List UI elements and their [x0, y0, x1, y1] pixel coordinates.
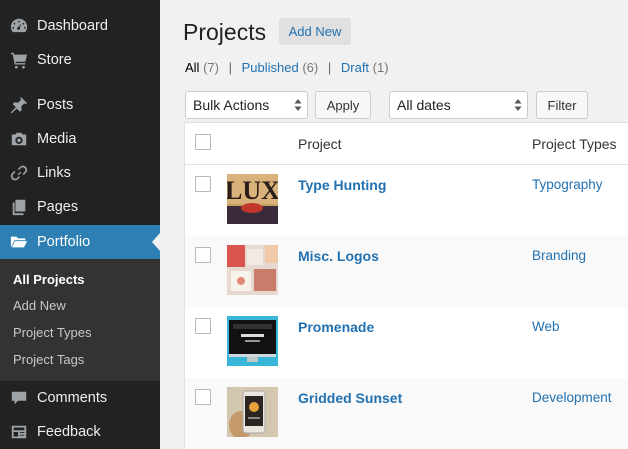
menu-feedback[interactable]: Feedback: [0, 415, 160, 449]
add-new-button[interactable]: Add New: [279, 18, 351, 45]
filter-all-link[interactable]: All: [185, 60, 199, 75]
menu-label: Portfolio: [37, 234, 91, 250]
portfolio-submenu: All Projects Add New Project Types Proje…: [0, 259, 160, 381]
dashboard-icon: [9, 17, 29, 35]
project-title-link[interactable]: Gridded Sunset: [298, 389, 402, 407]
row-checkbox[interactable]: [195, 389, 211, 405]
lux-thumbnail[interactable]: LUX: [227, 174, 278, 224]
folder-icon: [9, 233, 29, 251]
table-row: Gridded Sunset Development: [185, 378, 628, 449]
page-title: Projects: [183, 19, 267, 45]
projects-table: Project Project Types LUX Type Hunting T…: [184, 122, 628, 449]
menu-label: Posts: [37, 97, 74, 113]
menu-media[interactable]: Media: [0, 122, 160, 156]
promenade-thumbnail[interactable]: [227, 316, 278, 366]
filter-draft-count: (1): [372, 60, 389, 75]
table-row: LUX Type Hunting Typography: [185, 165, 628, 236]
dates-select[interactable]: All dates: [389, 91, 528, 119]
project-title-link[interactable]: Misc. Logos: [298, 247, 379, 265]
row-checkbox[interactable]: [195, 318, 211, 334]
menu-label: Store: [37, 52, 72, 68]
filter-published-link[interactable]: Published: [242, 60, 299, 75]
comment-icon: [9, 389, 29, 407]
row-checkbox[interactable]: [195, 247, 211, 263]
admin-sidebar: Dashboard Store Posts Media Links Pages: [0, 0, 160, 449]
pin-icon: [9, 96, 29, 114]
filter-separator: |: [228, 60, 232, 75]
submenu-all-projects[interactable]: All Projects: [13, 272, 85, 288]
pages-icon: [9, 198, 29, 216]
filter-button[interactable]: Filter: [536, 91, 588, 119]
menu-label: Media: [37, 131, 77, 147]
column-project[interactable]: Project: [298, 135, 342, 153]
menu-dashboard[interactable]: Dashboard: [0, 9, 160, 43]
filter-draft-link[interactable]: Draft: [341, 60, 369, 75]
bulk-actions-value: Bulk Actions: [193, 97, 270, 113]
table-row: Misc. Logos Branding: [185, 236, 628, 307]
menu-label: Dashboard: [37, 18, 108, 34]
row-checkbox[interactable]: [195, 176, 211, 192]
menu-label: Pages: [37, 199, 79, 215]
menu-label: Links: [37, 165, 71, 181]
project-type-link[interactable]: Development: [532, 389, 612, 407]
dates-value: All dates: [397, 97, 451, 113]
active-indicator-arrow: [152, 233, 160, 251]
menu-portfolio[interactable]: Portfolio: [0, 225, 160, 259]
menu-comments[interactable]: Comments: [0, 381, 160, 415]
logos-thumbnail[interactable]: [227, 245, 278, 295]
menu-pages[interactable]: Pages: [0, 190, 160, 224]
feedback-icon: [9, 423, 29, 441]
filter-separator: |: [327, 60, 332, 75]
table-header: Project Project Types: [185, 123, 628, 165]
submenu-project-tags[interactable]: Project Tags: [13, 352, 84, 368]
menu-store[interactable]: Store: [0, 43, 160, 77]
select-all-checkbox[interactable]: [195, 134, 211, 150]
phone-thumbnail[interactable]: [227, 387, 278, 437]
project-type-link[interactable]: Typography: [532, 176, 603, 194]
menu-label: Comments: [37, 390, 108, 406]
column-project-types[interactable]: Project Types: [532, 135, 617, 153]
filter-all-count: (7): [203, 60, 219, 75]
project-type-link[interactable]: Web: [532, 318, 560, 336]
project-title-link[interactable]: Type Hunting: [298, 176, 386, 194]
bulk-actions-select[interactable]: Bulk Actions: [185, 91, 308, 119]
cart-icon: [9, 51, 29, 69]
submenu-project-types[interactable]: Project Types: [13, 325, 92, 341]
select-arrows-icon: [294, 98, 302, 112]
table-row: Promenade Web: [185, 307, 628, 378]
menu-label: Feedback: [37, 424, 101, 440]
status-filters: All (7) | Published (6) | Draft (1): [185, 59, 389, 77]
select-arrows-icon: [514, 98, 522, 112]
menu-posts[interactable]: Posts: [0, 88, 160, 122]
camera-icon: [9, 130, 29, 148]
link-icon: [9, 164, 29, 182]
filter-published-count: (6): [302, 60, 319, 75]
lux-thumbnail-text: LUX: [227, 176, 278, 205]
project-title-link[interactable]: Promenade: [298, 318, 374, 336]
apply-button[interactable]: Apply: [315, 91, 371, 119]
menu-links[interactable]: Links: [0, 156, 160, 190]
submenu-add-new[interactable]: Add New: [13, 298, 66, 314]
project-type-link[interactable]: Branding: [532, 247, 586, 265]
